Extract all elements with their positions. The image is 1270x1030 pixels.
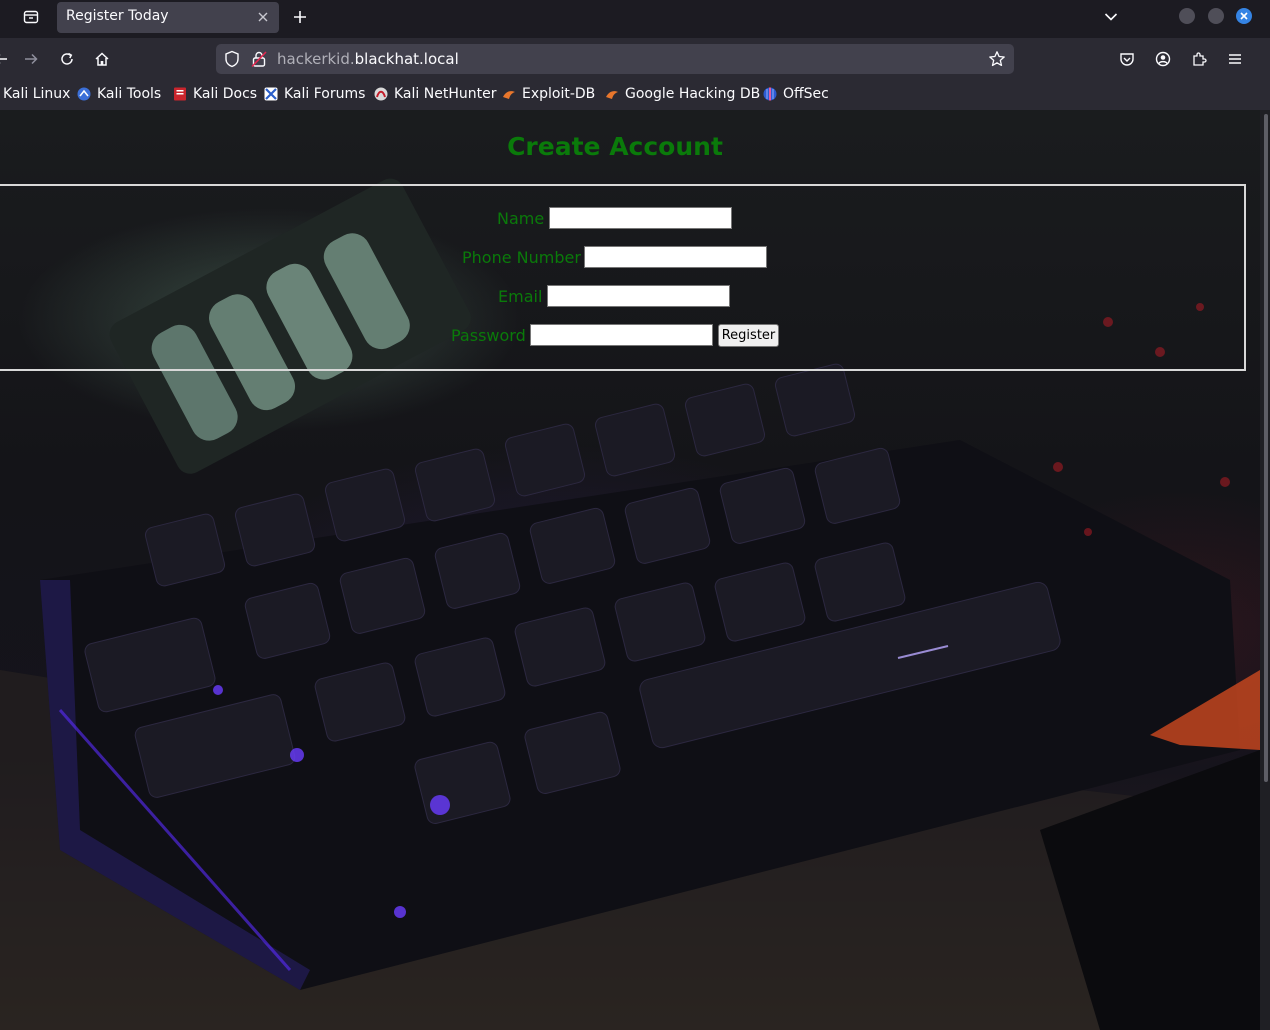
forward-icon[interactable] bbox=[20, 48, 42, 70]
bookmark-label: OffSec bbox=[783, 86, 829, 102]
bookmark-star-icon[interactable] bbox=[988, 50, 1006, 72]
password-label: Password bbox=[451, 326, 526, 345]
minimize-window-button[interactable] bbox=[1179, 8, 1195, 24]
url-subdomain: hackerkid. bbox=[277, 50, 355, 68]
bookmark-label: Exploit-DB bbox=[522, 86, 596, 102]
kali-tools-icon bbox=[77, 87, 91, 101]
url-text: hackerkid.blackhat.local bbox=[277, 50, 459, 68]
kali-forums-icon bbox=[264, 87, 278, 101]
name-field[interactable] bbox=[549, 207, 732, 229]
ghdb-icon bbox=[605, 87, 619, 101]
bookmarks-toolbar: Kali Linux Kali Tools Kali Docs Kali For… bbox=[0, 80, 1270, 110]
bookmark-kali-tools[interactable]: Kali Tools bbox=[77, 86, 161, 102]
bookmark-offsec[interactable]: OffSec bbox=[763, 86, 829, 102]
name-label: Name bbox=[497, 209, 545, 228]
tab-list-icon[interactable] bbox=[18, 6, 44, 28]
offsec-icon bbox=[763, 87, 777, 101]
active-tab[interactable]: Register Today bbox=[57, 2, 279, 33]
account-icon[interactable] bbox=[1152, 48, 1174, 70]
bookmark-label: Google Hacking DB bbox=[625, 86, 761, 102]
shield-icon[interactable] bbox=[224, 50, 240, 72]
tab-title: Register Today bbox=[66, 8, 169, 24]
navigation-toolbar: hackerkid.blackhat.local bbox=[0, 38, 1270, 80]
exploit-db-icon bbox=[502, 87, 516, 101]
bookmark-kali-nethunter[interactable]: Kali NetHunter bbox=[374, 86, 496, 102]
phone-label: Phone Number bbox=[462, 248, 581, 267]
bookmark-label: Kali Docs bbox=[193, 86, 258, 102]
bookmark-kali-linux[interactable]: Kali Linux bbox=[3, 86, 70, 102]
new-tab-icon[interactable] bbox=[289, 6, 311, 28]
email-label: Email bbox=[498, 287, 543, 306]
bookmark-google-hacking-db[interactable]: Google Hacking DB bbox=[605, 86, 760, 102]
pocket-icon[interactable] bbox=[1116, 48, 1138, 70]
bookmark-label: Kali Tools bbox=[97, 86, 162, 102]
address-bar[interactable]: hackerkid.blackhat.local bbox=[216, 44, 1014, 74]
bookmark-label: Kali Linux bbox=[3, 86, 71, 102]
extensions-icon[interactable] bbox=[1188, 48, 1210, 70]
page-content: Create Account Name Phone Number Email P… bbox=[0, 110, 1260, 1030]
bookmark-exploit-db[interactable]: Exploit-DB bbox=[502, 86, 595, 102]
close-tab-icon[interactable] bbox=[253, 7, 273, 27]
email-field[interactable] bbox=[547, 285, 730, 307]
chevron-down-icon[interactable] bbox=[1100, 6, 1122, 28]
tab-strip: Register Today bbox=[0, 0, 1270, 38]
register-button[interactable]: Register bbox=[718, 324, 779, 347]
scrollbar-thumb[interactable] bbox=[1264, 114, 1268, 782]
url-host: blackhat.local bbox=[354, 50, 459, 68]
bookmark-kali-docs[interactable]: Kali Docs bbox=[173, 86, 257, 102]
close-window-button[interactable] bbox=[1236, 8, 1252, 24]
password-field[interactable] bbox=[530, 324, 713, 346]
insecure-lock-icon[interactable] bbox=[251, 50, 267, 72]
phone-field[interactable] bbox=[584, 246, 767, 268]
page-title: Create Account bbox=[507, 132, 723, 161]
home-icon[interactable] bbox=[91, 48, 113, 70]
reload-icon[interactable] bbox=[56, 48, 78, 70]
bookmark-label: Kali Forums bbox=[284, 86, 366, 102]
back-icon[interactable] bbox=[0, 48, 12, 70]
kali-docs-icon bbox=[173, 87, 187, 101]
bookmark-label: Kali NetHunter bbox=[394, 86, 497, 102]
menu-icon[interactable] bbox=[1224, 48, 1246, 70]
maximize-window-button[interactable] bbox=[1208, 8, 1224, 24]
bookmark-kali-forums[interactable]: Kali Forums bbox=[264, 86, 365, 102]
nethunter-icon bbox=[374, 87, 388, 101]
